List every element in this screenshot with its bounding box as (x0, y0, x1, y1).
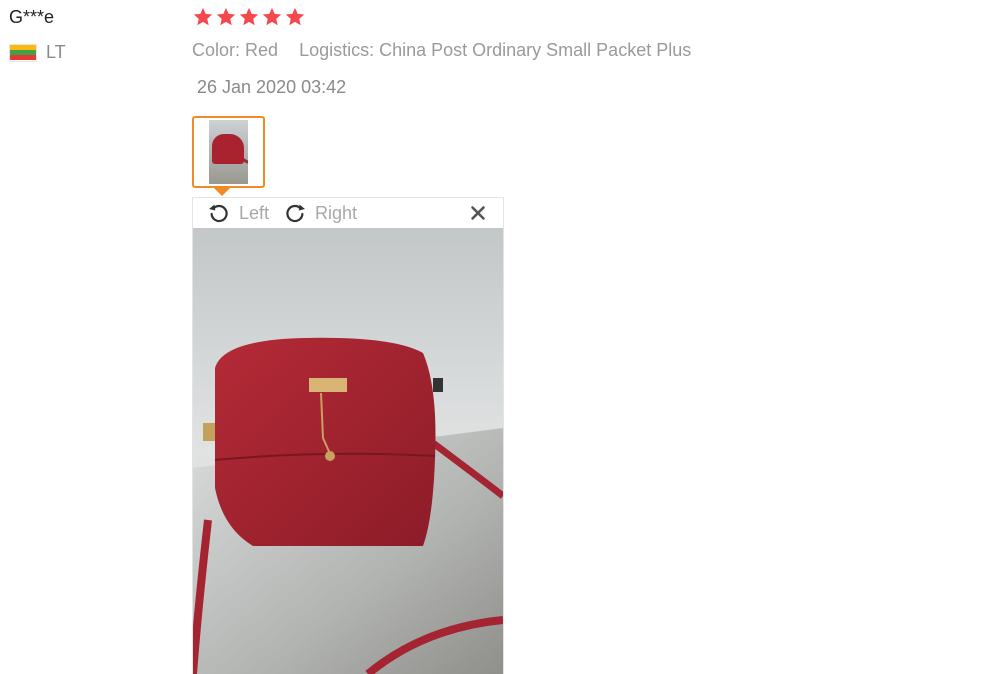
logistics-attribute: Logistics: China Post Ordinary Small Pac… (299, 40, 692, 60)
reviewer-name: G***e (9, 7, 55, 27)
photo-viewer: Left Right (192, 197, 504, 674)
review-date: 26 Jan 2020 03:42 (197, 77, 347, 97)
close-icon[interactable] (469, 204, 487, 222)
rotate-right-label: Right (315, 202, 358, 223)
review-photo (193, 228, 503, 674)
rotate-left-icon (209, 204, 228, 223)
star-icon (193, 7, 213, 26)
thumbnail-pointer (214, 188, 230, 196)
star-icon (216, 7, 236, 26)
country-code: LT (46, 42, 66, 62)
lithuania-flag-icon (9, 43, 37, 62)
star-rating (192, 6, 306, 28)
rotate-right-icon (286, 204, 306, 223)
rotate-left-label: Left (239, 202, 270, 223)
review-photo-thumbnail[interactable] (192, 116, 265, 188)
reviewer-country: LT (9, 42, 66, 63)
viewer-toolbar: Left Right (193, 198, 503, 228)
star-icon (262, 7, 282, 26)
thumbnail-image (209, 120, 248, 184)
star-icon (239, 7, 259, 26)
rotate-left-button[interactable]: Left (207, 201, 269, 225)
star-icon (285, 7, 305, 26)
color-attribute: Color: Red (192, 40, 279, 60)
rotate-right-button[interactable]: Right (283, 201, 357, 225)
review-item: G***e LT Color: Red Logistics: China Pos… (0, 0, 1000, 674)
review-attributes: Color: Red Logistics: China Post Ordinar… (192, 40, 691, 61)
